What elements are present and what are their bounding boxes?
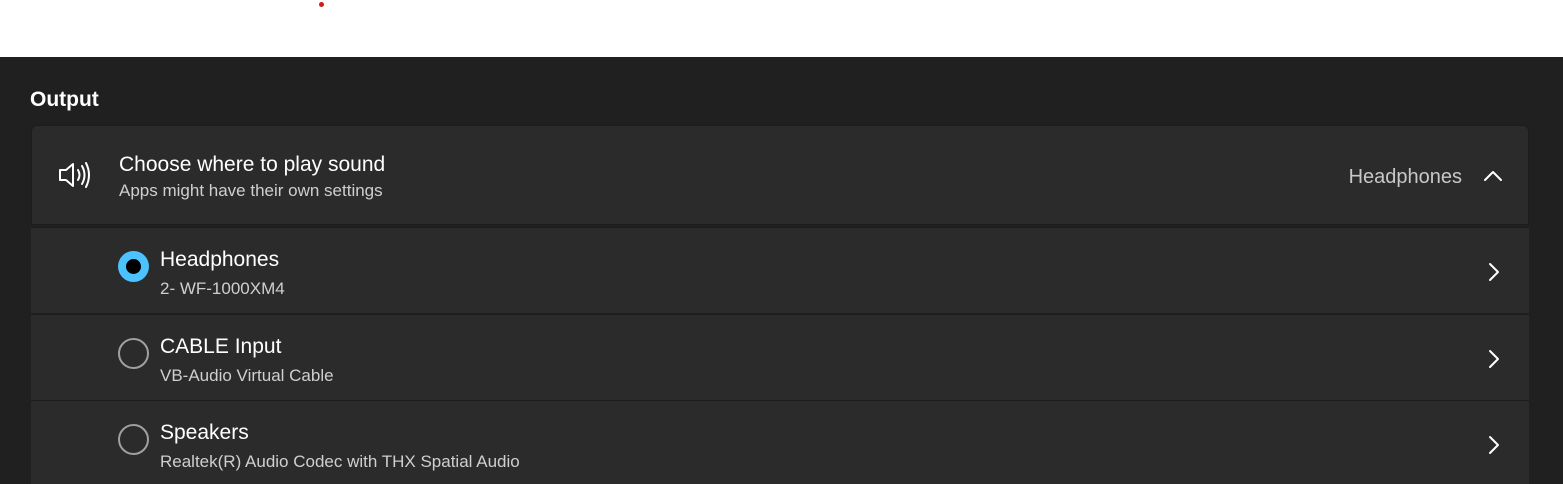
device-name: Speakers xyxy=(160,421,249,444)
section-title-output: Output xyxy=(30,88,99,111)
device-description: Realtek(R) Audio Codec with THX Spatial … xyxy=(160,452,520,471)
card-subtitle: Apps might have their own settings xyxy=(119,181,383,200)
card-title: Choose where to play sound xyxy=(119,153,386,176)
chevron-right-icon[interactable] xyxy=(1487,435,1501,455)
speaker-volume-icon xyxy=(59,162,90,188)
device-name: CABLE Input xyxy=(160,335,282,358)
device-row-cable-input[interactable]: CABLE Input VB-Audio Virtual Cable xyxy=(31,314,1529,400)
chevron-right-icon[interactable] xyxy=(1487,349,1501,369)
radio-button[interactable] xyxy=(118,338,149,369)
device-row-speakers[interactable]: Speakers Realtek(R) Audio Codec with THX… xyxy=(31,400,1529,484)
device-row-headphones[interactable]: Headphones 2- WF-1000XM4 xyxy=(31,227,1529,313)
red-dot-marker xyxy=(319,2,324,7)
radio-button[interactable] xyxy=(118,424,149,455)
radio-button-selected[interactable] xyxy=(118,251,149,282)
choose-output-card[interactable]: Choose where to play sound Apps might ha… xyxy=(31,125,1529,225)
sound-settings-panel: Output Choose where to play sound Apps m… xyxy=(0,57,1563,484)
chevron-right-icon[interactable] xyxy=(1487,262,1501,282)
device-description: 2- WF-1000XM4 xyxy=(160,279,285,298)
device-description: VB-Audio Virtual Cable xyxy=(160,366,334,385)
device-name: Headphones xyxy=(160,248,280,271)
top-browser-strip xyxy=(0,0,1563,57)
selected-device-value: Headphones xyxy=(1348,166,1462,188)
chevron-up-icon[interactable] xyxy=(1482,168,1504,184)
